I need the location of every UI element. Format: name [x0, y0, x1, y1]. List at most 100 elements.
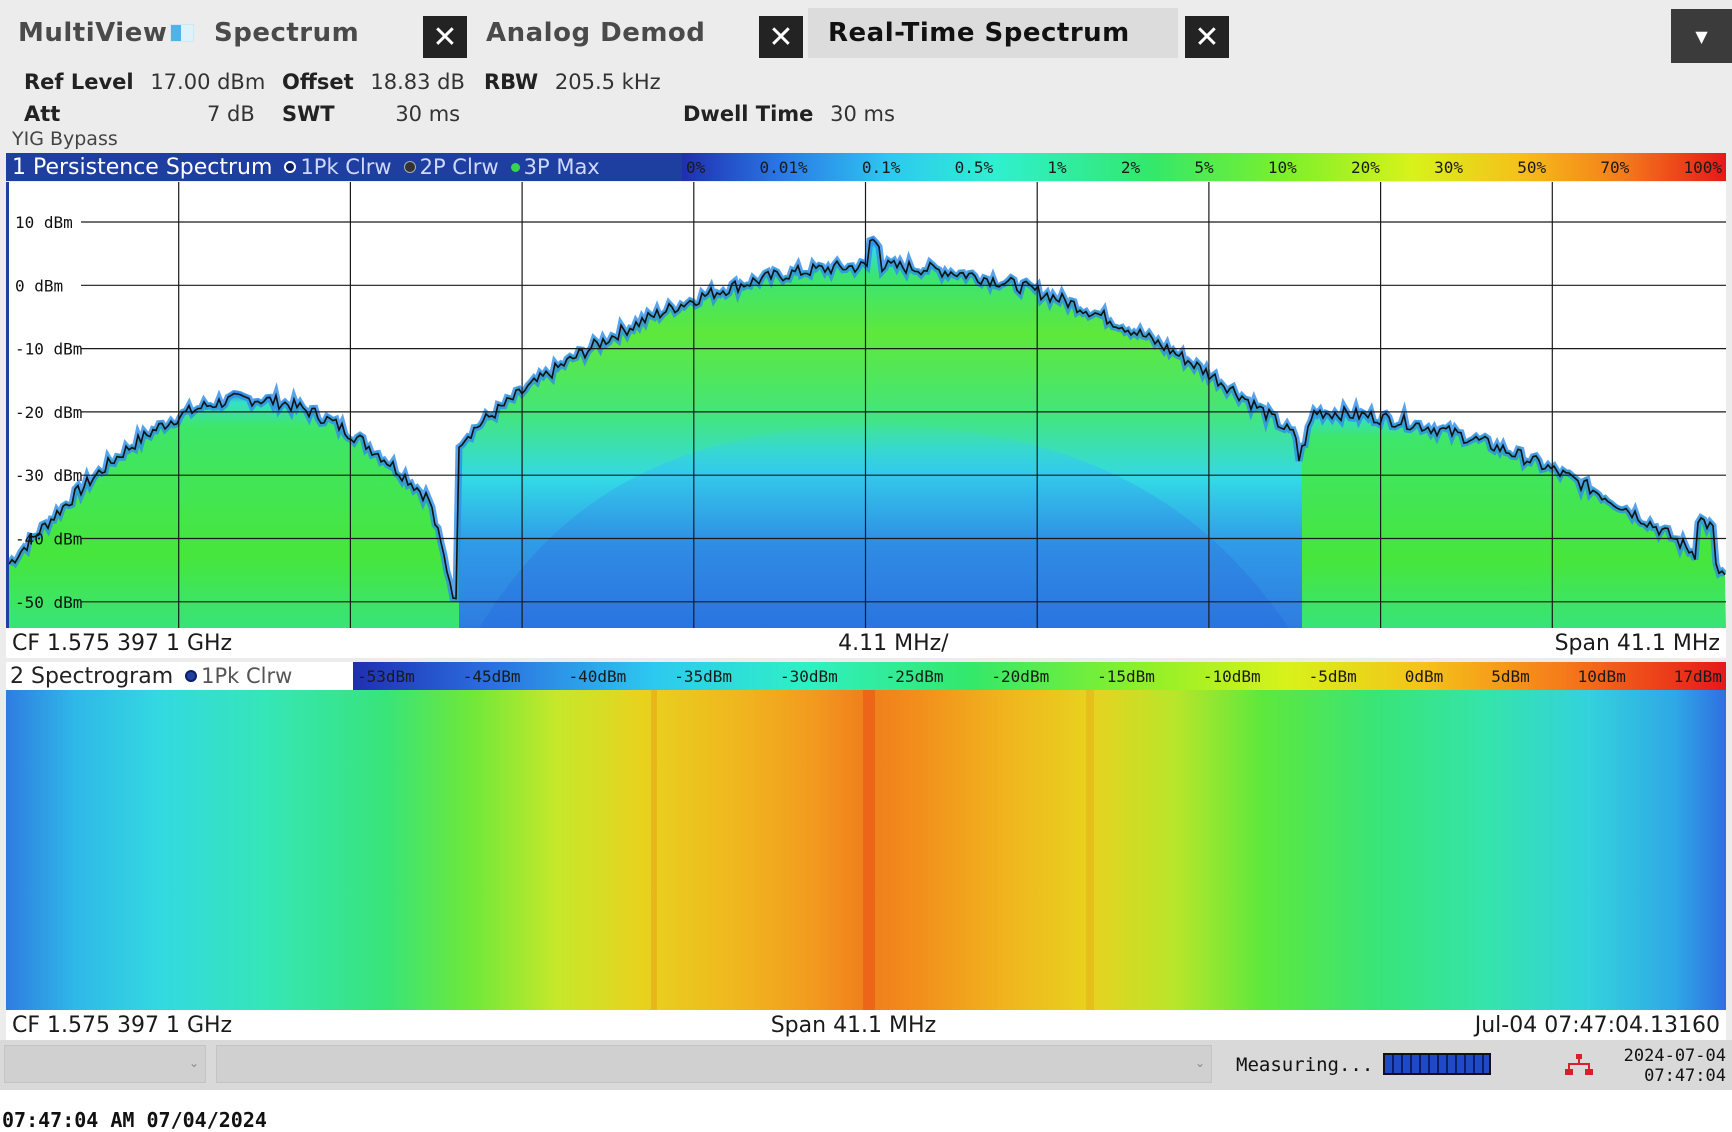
chevron-down-icon: ⌄	[188, 1056, 199, 1070]
colorbar-tick-label: 70%	[1600, 157, 1630, 177]
colorbar-tick-label: 0dBm	[1404, 666, 1444, 686]
frequency-per-division: 4.11 MHz/	[838, 630, 949, 656]
spectrogram-streak	[1086, 690, 1094, 1010]
spectrogram-plot[interactable]	[6, 690, 1726, 1010]
y-tick-label: 0 dBm	[15, 276, 63, 295]
close-icon: ✕	[1194, 19, 1220, 55]
colorbar-tick-label: 50%	[1517, 157, 1547, 177]
span-value: Span 41.1 MHz	[770, 1012, 937, 1038]
y-tick-label: -20 dBm	[15, 403, 82, 422]
y-tick-label: -30 dBm	[15, 466, 82, 485]
trace-3-marker-icon	[510, 162, 520, 172]
spectrogram-center-line	[863, 690, 875, 1010]
trace-label: 3P Max	[523, 155, 600, 179]
center-frequency: CF 1.575 397 1 GHz	[12, 630, 233, 656]
trace-1-marker-icon	[185, 670, 198, 682]
tab-spectrum[interactable]: Spectrum	[150, 8, 359, 58]
colorbar-tick-label: 100%	[1683, 157, 1722, 177]
persistence-spectrum-graph: 10 dBm 0 dBm -10 dBm -20 dBm -30 dBm -40 dBm -…	[9, 182, 1726, 628]
tab-label: Spectrum	[214, 18, 360, 48]
caret-down-icon: ▼	[1695, 26, 1708, 46]
close-real-time-spectrum-tab-button[interactable]: ✕	[1185, 16, 1229, 58]
colorbar-tick-label: 1%	[1047, 157, 1067, 177]
trace-label: 1Pk Clrw	[201, 664, 293, 688]
yig-bypass-label: YIG Bypass	[12, 128, 118, 150]
window-title: 2 Spectrogram	[10, 663, 174, 689]
colorbar-tick-label: 5dBm	[1491, 666, 1530, 686]
spectrogram-colorbar: -53dBm -45dBm -40dBm -35dBm -30dBm -25dBm -20d…	[353, 662, 1726, 690]
center-frequency: CF 1.575 397 1 GHz	[12, 1012, 233, 1038]
colorbar-tick-label: 0.01%	[759, 157, 808, 177]
y-tick-label: -10 dBm	[15, 340, 82, 359]
setting-value: 17.00 dBm	[150, 70, 266, 94]
status-datetime: 2024-07-04 07:47:04	[1610, 1046, 1726, 1086]
ref-level-setting[interactable]: Ref Level 17.00 dBm	[24, 70, 265, 94]
close-spectrum-tab-button[interactable]: ✕	[423, 16, 467, 58]
window-title: 1 Persistence Spectrum	[12, 154, 273, 180]
y-tick-label: -50 dBm	[15, 593, 82, 612]
trace-1-legend[interactable]: 1Pk Clrw	[284, 155, 392, 179]
tab-label: MultiView	[18, 18, 168, 48]
y-tick-label: 10 dBm	[15, 213, 73, 232]
status-message-field[interactable]: ⌄	[216, 1045, 1212, 1083]
colorbar-tick-label: -20dBm	[991, 666, 1050, 686]
att-setting[interactable]: Att 7 dB	[24, 102, 255, 126]
colorbar-tick-label: -40dBm	[568, 666, 627, 686]
span-value: Span 41.1 MHz	[1554, 630, 1720, 656]
capture-timestamp: 07:47:04 AM 07/04/2024	[2, 1108, 267, 1132]
trace-2-legend[interactable]: 2P Clrw	[403, 155, 499, 179]
status-bar: ⌄ ⌄ Measuring... 2024-07-04 07:47:04	[0, 1040, 1732, 1090]
trace-label: 1Pk Clrw	[300, 155, 392, 179]
tab-multiview[interactable]: MultiView	[18, 8, 167, 58]
colorbar-tick-label: -25dBm	[885, 666, 944, 686]
network-icon[interactable]	[1565, 1052, 1593, 1078]
close-icon: ✕	[432, 19, 458, 55]
setting-value: 7 dB	[207, 102, 255, 126]
colorbar-tick-label: -30dBm	[779, 666, 838, 686]
colorbar-tick-label: -5dBm	[1308, 666, 1357, 686]
offset-setting[interactable]: Offset 18.83 dB	[282, 70, 465, 94]
spectrogram-trace-legend[interactable]: 1Pk Clrw	[185, 664, 292, 688]
rbw-setting[interactable]: RBW 205.5 kHz	[484, 70, 661, 94]
trace-1-marker-icon	[284, 161, 297, 173]
colorbar-tick-label: 0%	[686, 157, 706, 177]
colorbar-tick-label: 2%	[1120, 157, 1141, 177]
setting-label: Att	[24, 102, 61, 126]
colorbar-tick-label: 17dBm	[1673, 666, 1722, 686]
setting-label: Offset	[282, 70, 354, 94]
colorbar-tick-label: -53dBm	[357, 666, 415, 686]
chevron-down-icon: ⌄	[1194, 1056, 1205, 1070]
setting-label: Ref Level	[24, 70, 134, 94]
status-time: 07:47:04	[1644, 1066, 1726, 1086]
colorbar-tick-label: 10%	[1267, 157, 1297, 177]
close-icon: ✕	[768, 19, 794, 55]
setting-label: RBW	[484, 70, 539, 94]
status-field-left[interactable]: ⌄	[4, 1045, 206, 1083]
tab-real-time-spectrum[interactable]: Real-Time Spectrum	[808, 8, 1178, 58]
close-analog-demod-tab-button[interactable]: ✕	[759, 16, 803, 58]
analyzer-app: MultiView Spectrum ✕ Analog Demod ✕ Real…	[0, 0, 1732, 1090]
setting-value: 30 ms	[830, 102, 895, 126]
tab-menu-button[interactable]: ▼	[1671, 9, 1732, 63]
tab-label: Real-Time Spectrum	[828, 18, 1130, 48]
persistence-colorbar: 0% 0.01% 0.1% 0.5% 1% 2% 5% 10% 20% 30% 50% 70% 100%	[682, 153, 1726, 181]
spectrogram-streak	[651, 690, 657, 1010]
persistence-footer: CF 1.575 397 1 GHz 4.11 MHz/ Span 41.1 M…	[6, 628, 1726, 658]
dwell-time-setting[interactable]: Dwell Time 30 ms	[683, 102, 895, 126]
swt-setting[interactable]: SWT 30 ms	[282, 102, 460, 126]
measurement-progress-bar	[1383, 1053, 1491, 1075]
setting-label: Dwell Time	[683, 102, 814, 126]
y-tick-label: -40 dBm	[15, 530, 82, 549]
measurement-settings[interactable]: Ref Level 17.00 dBm Offset 18.83 dB RBW …	[0, 66, 1732, 154]
right-sidelobe-fill	[1302, 404, 1726, 628]
setting-value: 18.83 dB	[370, 70, 465, 94]
trace-2-marker-icon	[403, 161, 416, 173]
spectrum-icon	[170, 24, 194, 42]
tab-analog-demod[interactable]: Analog Demod	[486, 8, 705, 58]
tab-label: Analog Demod	[486, 18, 706, 48]
persistence-spectrum-plot[interactable]: 10 dBm 0 dBm -10 dBm -20 dBm -30 dBm -40 dBm -…	[6, 182, 1726, 628]
colorbar-tick-label: 0.1%	[861, 157, 901, 177]
trace-3-legend[interactable]: 3P Max	[510, 155, 600, 179]
colorbar-tick-label: 30%	[1434, 157, 1463, 177]
colorbar-tick-label: -45dBm	[462, 666, 521, 686]
